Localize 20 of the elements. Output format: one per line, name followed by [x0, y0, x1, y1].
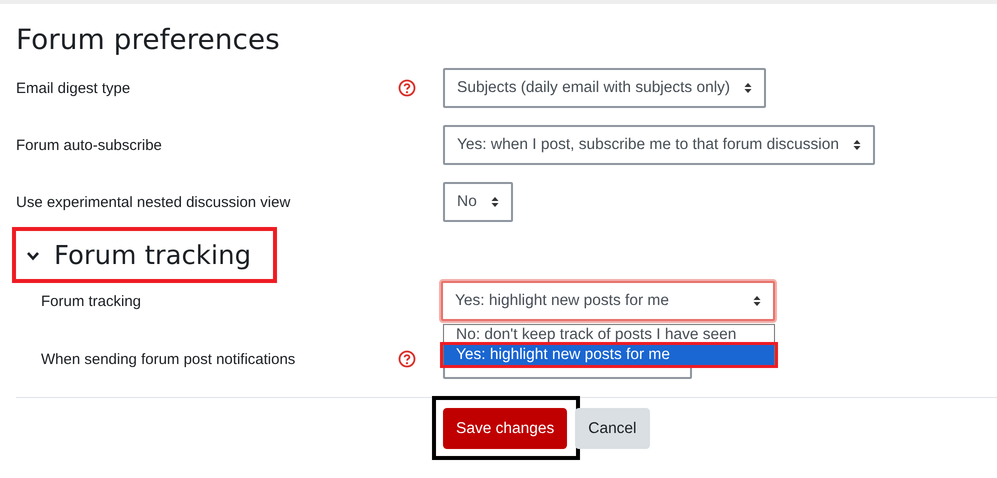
field-label: When sending forum post notifications	[40, 350, 296, 368]
help-icon[interactable]	[398, 79, 416, 97]
dropdown-option[interactable]: No: don't keep track of posts I have seen	[444, 325, 774, 345]
field-label: Email digest type	[16, 80, 132, 96]
select-dropdown[interactable]: Yes: when I post, subscribe me to that forum discussion	[443, 125, 875, 165]
sort-arrows-icon	[744, 82, 752, 94]
select-dropdown[interactable]: Yes: highlight new posts for me	[441, 281, 775, 321]
select-dropdown[interactable]: Subjects (daily email with subjects only)	[443, 68, 766, 108]
field-label: Use experimental nested discussion view	[16, 194, 292, 210]
cancel-button[interactable]: Cancel	[575, 408, 650, 449]
save-button[interactable]: Save changes	[443, 408, 568, 449]
sort-arrows-icon	[753, 295, 761, 307]
field-label: Forum tracking	[40, 292, 142, 310]
field-label: Forum auto-subscribe	[16, 136, 163, 154]
section-header[interactable]: Forum tracking	[16, 231, 266, 281]
sort-arrows-icon	[852, 139, 861, 151]
sort-arrows-icon	[490, 196, 499, 208]
select-dropdown[interactable]: No	[443, 182, 513, 222]
page-title: Forum preferences	[16, 22, 281, 58]
help-icon[interactable]	[398, 350, 416, 368]
